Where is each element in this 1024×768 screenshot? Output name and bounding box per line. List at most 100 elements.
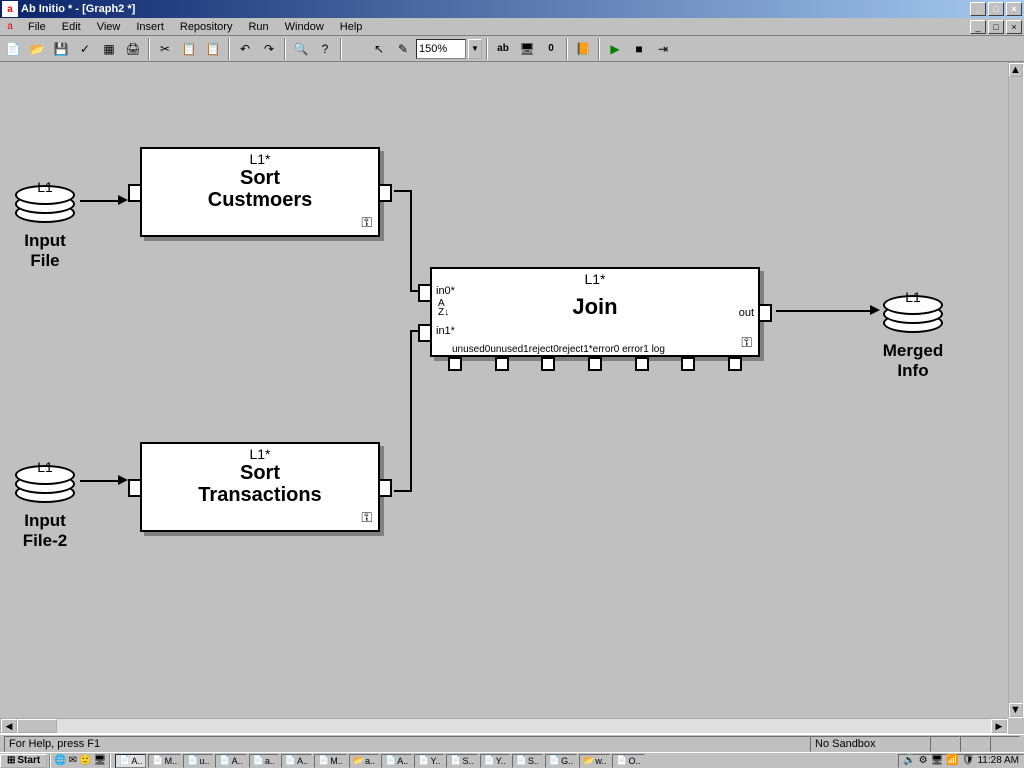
undo-icon[interactable]: ↶ — [234, 38, 256, 60]
port-log[interactable] — [728, 357, 742, 371]
clock[interactable]: 11:28 AM — [977, 755, 1019, 766]
task-item[interactable]: 📄Y.. — [414, 754, 444, 768]
task-item[interactable]: 📄Y.. — [480, 754, 510, 768]
save-icon[interactable]: 💾 — [50, 38, 72, 60]
menu-help[interactable]: Help — [332, 19, 371, 35]
scroll-thumb[interactable] — [17, 719, 57, 733]
print-icon[interactable]: 🖨 — [122, 38, 144, 60]
task-item[interactable]: 📄A.. — [381, 754, 412, 768]
pointer-icon[interactable]: ↖ — [368, 38, 390, 60]
scroll-left-arrow[interactable]: ◀ — [1, 719, 17, 733]
port-out[interactable] — [378, 184, 392, 202]
port-reject1[interactable] — [588, 357, 602, 371]
port-unused0[interactable] — [448, 357, 462, 371]
tray-icon[interactable]: 🔊 — [903, 755, 915, 766]
node-header: L1* — [142, 149, 378, 167]
scroll-down-arrow[interactable]: ▼ — [1009, 703, 1023, 717]
child-maximize-button[interactable]: □ — [988, 20, 1004, 34]
task-item[interactable]: 📄A.. — [115, 754, 146, 768]
start-button[interactable]: ⊞ Start — [0, 754, 47, 768]
task-item[interactable]: 📄G.. — [545, 754, 577, 768]
node-join[interactable]: in0* AZ↓ in1* L1* Join out ⚿ unused0unus… — [430, 267, 760, 357]
port-in0[interactable] — [418, 284, 432, 302]
copy-icon[interactable]: 📋 — [178, 38, 200, 60]
zoom-dropdown[interactable]: ▼ — [468, 39, 482, 59]
task-item[interactable]: 📄S.. — [446, 754, 477, 768]
redo-icon[interactable]: ↷ — [258, 38, 280, 60]
scroll-up-arrow[interactable]: ▲ — [1009, 63, 1023, 77]
task-item[interactable]: 📄O.. — [612, 754, 644, 768]
scrollbar-vertical[interactable]: ▲ ▼ — [1008, 62, 1024, 718]
port-out[interactable] — [758, 304, 772, 322]
grid-icon[interactable]: ▦ — [98, 38, 120, 60]
task-item[interactable]: 📂a.. — [349, 754, 379, 768]
run-icon[interactable]: ▶ — [604, 38, 626, 60]
node-input-file[interactable]: L1 InputFile — [10, 177, 80, 270]
tray-icon[interactable]: ⚙ — [919, 755, 928, 766]
task-item[interactable]: 📄A.. — [281, 754, 312, 768]
zoom-input[interactable]: 150% — [416, 39, 466, 59]
status-pane — [960, 736, 990, 752]
new-icon[interactable]: 📄 — [2, 38, 24, 60]
port-error1[interactable] — [681, 357, 695, 371]
quicklaunch-icon[interactable]: 🌐 — [54, 755, 66, 766]
quicklaunch-icon[interactable]: 🖥 — [93, 755, 106, 766]
child-close-button[interactable]: × — [1006, 20, 1022, 34]
find-icon[interactable]: 🔍 — [290, 38, 312, 60]
menu-repository[interactable]: Repository — [172, 19, 241, 35]
task-item[interactable]: 📄M.. — [314, 754, 347, 768]
task-item[interactable]: 📄a.. — [249, 754, 279, 768]
child-minimize-button[interactable]: _ — [970, 20, 986, 34]
close-button[interactable]: × — [1006, 2, 1022, 16]
book-icon[interactable]: 📙 — [572, 38, 594, 60]
scroll-track[interactable] — [57, 719, 991, 733]
minimize-button[interactable]: _ — [970, 2, 986, 16]
quicklaunch-icon[interactable]: 🙂 — [79, 755, 91, 766]
open-icon[interactable]: 📂 — [26, 38, 48, 60]
monitor-icon[interactable]: 🖥 — [516, 38, 538, 60]
paste-icon[interactable]: 📋 — [202, 38, 224, 60]
task-item[interactable]: 📂w.. — [579, 754, 610, 768]
task-item[interactable]: 📄S.. — [512, 754, 543, 768]
scrollbar-horizontal[interactable]: ◀ ▶ — [0, 718, 1008, 734]
canvas[interactable]: L1 InputFile L1 InputFile-2 L1* SortCust — [0, 62, 1024, 734]
tray-icon[interactable]: 🛡 — [962, 755, 975, 766]
task-item[interactable]: 📄A.. — [215, 754, 246, 768]
node-sort-customers[interactable]: L1* SortCustmoers ⚿ — [140, 147, 380, 237]
menu-insert[interactable]: Insert — [128, 19, 172, 35]
tray-icon[interactable]: 📶 — [946, 755, 958, 766]
step-icon[interactable]: ⇥ — [652, 38, 674, 60]
port-reject0[interactable] — [541, 357, 555, 371]
port-in1[interactable] — [418, 324, 432, 342]
port-in[interactable] — [128, 479, 142, 497]
task-item[interactable]: 📄u.. — [183, 754, 213, 768]
check-icon[interactable]: ✓ — [74, 38, 96, 60]
node-input-file-2[interactable]: L1 InputFile-2 — [10, 457, 80, 550]
quicklaunch-icon[interactable]: ✉ — [69, 755, 77, 766]
node-sort-transactions[interactable]: L1* SortTransactions ⚿ — [140, 442, 380, 532]
port-in[interactable] — [128, 184, 142, 202]
port-unused1[interactable] — [495, 357, 509, 371]
stop-icon[interactable]: ■ — [628, 38, 650, 60]
node-caption: MergedInfo — [878, 341, 948, 380]
ab-icon[interactable]: ab — [492, 38, 514, 60]
port-error0[interactable] — [635, 357, 649, 371]
wand-icon[interactable]: ✎ — [392, 38, 414, 60]
system-tray[interactable]: 🔊 ⚙ 🖥 📶 🛡 11:28 AM — [898, 754, 1024, 768]
maximize-button[interactable]: □ — [988, 2, 1004, 16]
node-title: SortTransactions — [142, 462, 378, 506]
task-item[interactable]: 📄M.. — [148, 754, 181, 768]
menu-file[interactable]: File — [20, 19, 54, 35]
node-merged-info[interactable]: L1 MergedInfo — [878, 287, 948, 380]
tray-icon[interactable]: 🖥 — [931, 755, 944, 766]
help-icon[interactable]: ? — [314, 38, 336, 60]
menu-view[interactable]: View — [89, 19, 129, 35]
cut-icon[interactable]: ✂ — [154, 38, 176, 60]
port-out[interactable] — [378, 479, 392, 497]
zero-icon[interactable]: 0 — [540, 38, 562, 60]
scroll-right-arrow[interactable]: ▶ — [991, 719, 1007, 733]
menu-window[interactable]: Window — [277, 19, 332, 35]
menu-edit[interactable]: Edit — [54, 19, 89, 35]
port-label-in1: in1* — [436, 325, 455, 337]
menu-run[interactable]: Run — [240, 19, 276, 35]
